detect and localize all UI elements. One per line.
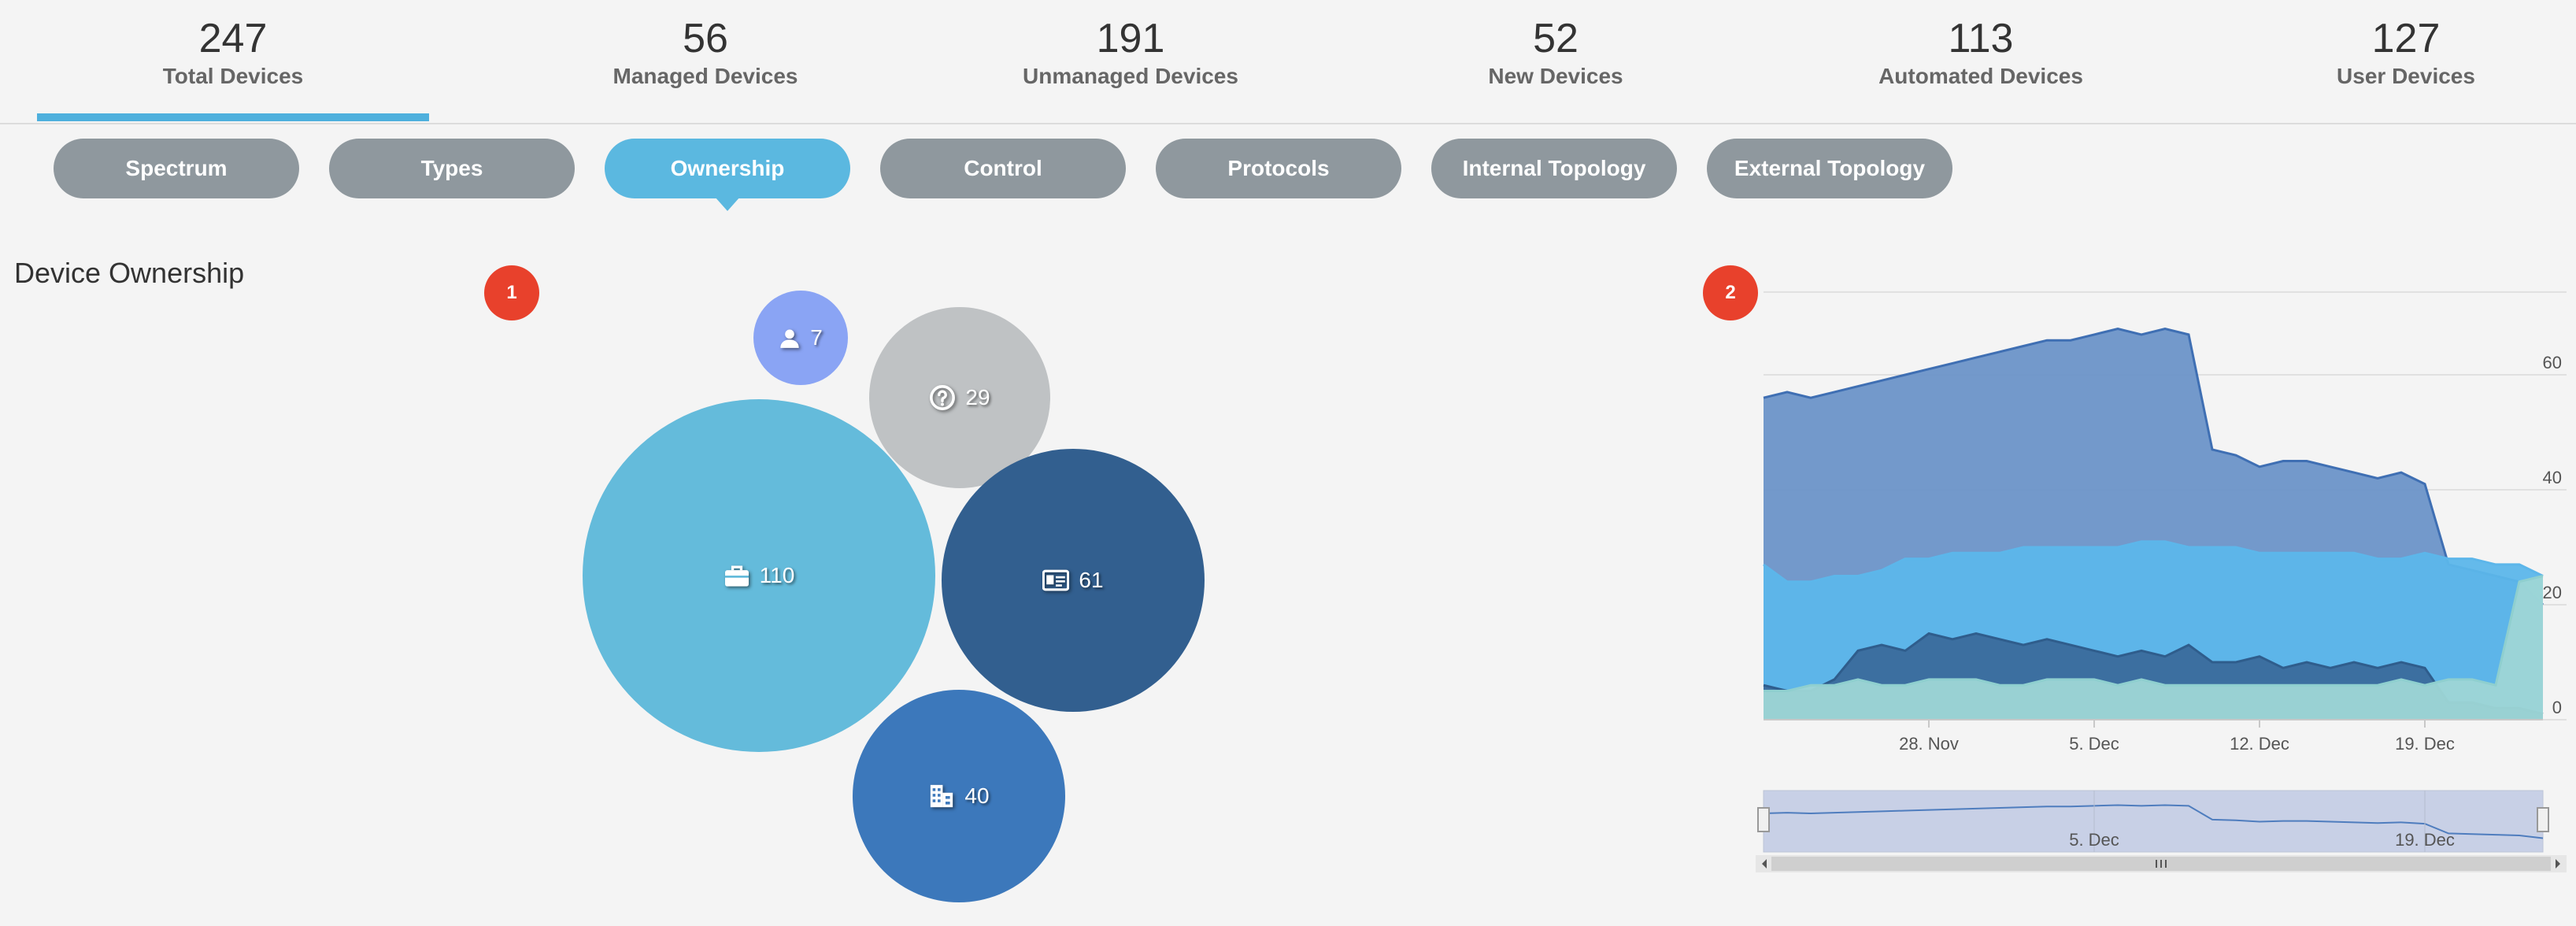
briefcase-icon — [724, 565, 749, 587]
stat-label: User Devices — [2337, 64, 2475, 88]
stats-bar: 247 Total Devices 56 Managed Devices 191… — [0, 0, 2576, 124]
stat-value: 191 — [1096, 16, 1165, 61]
stat-value: 127 — [2371, 16, 2441, 61]
stat-managed-devices[interactable]: 56 Managed Devices — [493, 14, 918, 90]
stat-new-devices[interactable]: 52 New Devices — [1343, 14, 1768, 90]
y-tick-label: 40 — [2543, 468, 2562, 487]
tab-external-topology[interactable]: External Topology — [1707, 139, 1952, 198]
navigator-tick-label: 5. Dec — [2069, 830, 2119, 850]
ownership-trend-chart: 0 20 40 60 28. Nov 5. Dec 12. Dec 19. Dec — [1763, 291, 2567, 754]
stat-user-devices[interactable]: 127 User Devices — [2193, 14, 2576, 90]
stat-value: 52 — [1533, 16, 1579, 61]
active-stat-indicator — [37, 113, 429, 121]
stat-unmanaged-devices[interactable]: 191 Unmanaged Devices — [918, 14, 1343, 90]
bubble-value: 110 — [759, 563, 795, 587]
step-badge-1: 1 — [484, 265, 539, 320]
stat-label: Total Devices — [162, 64, 304, 88]
x-tick-label: 19. Dec — [2395, 734, 2455, 754]
id-card-icon — [1042, 569, 1070, 591]
question-circle-icon — [930, 385, 956, 410]
bubble-personal[interactable]: 7 — [753, 291, 848, 385]
x-tick-label: 12. Dec — [2230, 734, 2289, 754]
step-badge-2: 2 — [1703, 265, 1758, 320]
navigator-tick-label: 19. Dec — [2395, 830, 2455, 850]
stat-total-devices[interactable]: 247 Total Devices — [20, 14, 446, 90]
bubble-corporate[interactable]: 110 — [583, 399, 935, 752]
stat-automated-devices[interactable]: 113 Automated Devices — [1768, 14, 2193, 90]
y-tick-label: 20 — [2543, 583, 2562, 602]
tab-internal-topology[interactable]: Internal Topology — [1431, 139, 1677, 198]
stat-label: Managed Devices — [613, 64, 798, 88]
building-icon — [931, 784, 953, 808]
navigator-right-handle[interactable] — [2537, 807, 2549, 832]
chart-navigator[interactable]: 5. Dec 19. Dec — [1756, 780, 2567, 874]
stat-label: Unmanaged Devices — [1023, 64, 1238, 88]
bubble-value: 61 — [1079, 568, 1104, 592]
stat-value: 113 — [1948, 16, 2014, 61]
tab-protocols[interactable]: Protocols — [1156, 139, 1401, 198]
stat-label: Automated Devices — [1878, 64, 2083, 88]
bubble-value: 29 — [965, 385, 990, 409]
tab-ownership[interactable]: Ownership — [605, 139, 850, 211]
navigator-left-handle[interactable] — [1757, 807, 1770, 832]
bubble-third-party[interactable]: 61 — [942, 449, 1205, 712]
tab-types[interactable]: Types — [329, 139, 575, 198]
section-title: Device Ownership — [14, 257, 245, 289]
bubble-value: 7 — [810, 325, 823, 350]
bubble-value: 40 — [964, 783, 990, 808]
stat-label: New Devices — [1488, 64, 1623, 88]
x-tick-label: 5. Dec — [2069, 734, 2119, 754]
x-tick-label: 28. Nov — [1899, 734, 1959, 754]
tab-control[interactable]: Control — [880, 139, 1126, 198]
y-tick-label: 60 — [2543, 353, 2562, 372]
stat-value: 247 — [198, 16, 268, 61]
stat-value: 56 — [683, 16, 728, 61]
bubble-enterprise[interactable]: 40 — [853, 690, 1065, 902]
y-tick-label: 0 — [2552, 698, 2562, 717]
tab-spectrum[interactable]: Spectrum — [54, 139, 299, 198]
user-icon — [780, 329, 799, 348]
